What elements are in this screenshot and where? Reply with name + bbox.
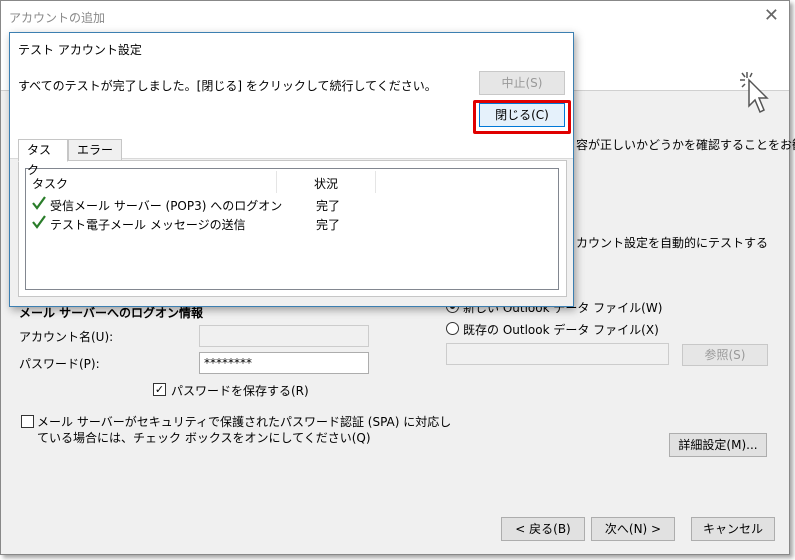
main-window-title: アカウントの追加 xyxy=(9,11,106,25)
password-field[interactable]: ******** xyxy=(199,352,369,374)
tab-tasks[interactable]: タスク xyxy=(18,139,68,177)
column-header-status[interactable]: 状況 xyxy=(314,175,338,192)
task-status: 完了 xyxy=(316,199,341,213)
spa-checkbox[interactable] xyxy=(21,415,34,428)
spa-label-line2: ている場合には、チェック ボックスをオンにしてください(Q) xyxy=(37,431,371,445)
account-name-label: アカウント名(U): xyxy=(19,330,114,344)
task-status: 完了 xyxy=(316,218,341,232)
dialog-title-bar: テスト アカウント設定 xyxy=(10,33,573,61)
column-separator xyxy=(276,171,277,193)
back-button[interactable]: < 戻る(B) xyxy=(501,517,585,541)
task-name: 受信メール サーバー (POP3) へのログオン xyxy=(50,199,283,213)
cancel-button[interactable]: キャンセル xyxy=(691,517,775,541)
save-password-checkbox[interactable]: ✓ xyxy=(153,383,166,396)
dialog-message: すべてのテストが完了しました。[閉じる] をクリックして続行してください。 xyxy=(18,79,437,93)
task-name: テスト電子メール メッセージの送信 xyxy=(50,218,246,232)
tab-panel: タスク 状況 受信メール サーバー (POP3) へのログオン 完了 テスト電子… xyxy=(18,160,567,297)
stop-button[interactable]: 中止(S) xyxy=(479,71,565,95)
test-account-settings-dialog: テスト アカウント設定 すべてのテストが完了しました。[閉じる] をクリックして… xyxy=(9,32,574,307)
next-button[interactable]: 次へ(N) > xyxy=(591,517,675,541)
save-password-label: パスワードを保存する(R) xyxy=(171,384,309,398)
browse-button[interactable]: 参照(S) xyxy=(682,344,768,366)
existing-data-file-label: 既存の Outlook データ ファイル(X) xyxy=(463,323,659,337)
close-icon[interactable]: ✕ xyxy=(764,5,779,26)
existing-data-file-radio[interactable] xyxy=(446,322,459,335)
dialog-title: テスト アカウント設定 xyxy=(18,43,142,57)
click-cursor-icon xyxy=(740,72,769,114)
task-list[interactable]: タスク 状況 受信メール サーバー (POP3) へのログオン 完了 テスト電子… xyxy=(25,168,559,290)
main-title-bar: アカウントの追加 ✕ xyxy=(1,1,789,31)
check-icon xyxy=(32,215,46,229)
tab-errors[interactable]: エラー xyxy=(68,139,122,161)
column-separator xyxy=(375,171,376,193)
partial-description-text: 容が正しいかどうかを確認することをお勧め xyxy=(576,138,795,152)
highlight-annotation xyxy=(473,100,571,134)
check-icon xyxy=(32,196,46,210)
list-item[interactable]: テスト電子メール メッセージの送信 完了 xyxy=(28,214,548,232)
password-label: パスワード(P): xyxy=(19,357,100,371)
list-item[interactable]: 受信メール サーバー (POP3) へのログオン 完了 xyxy=(28,195,548,213)
spa-label-line1: メール サーバーがセキュリティで保護されたパスワード認証 (SPA) に対応し xyxy=(37,415,452,429)
account-name-field[interactable] xyxy=(199,325,369,347)
data-file-path-field[interactable] xyxy=(446,343,669,365)
more-settings-button[interactable]: 詳細設定(M)... xyxy=(669,433,767,457)
auto-test-label: カウント設定を自動的にテストする xyxy=(576,236,769,250)
